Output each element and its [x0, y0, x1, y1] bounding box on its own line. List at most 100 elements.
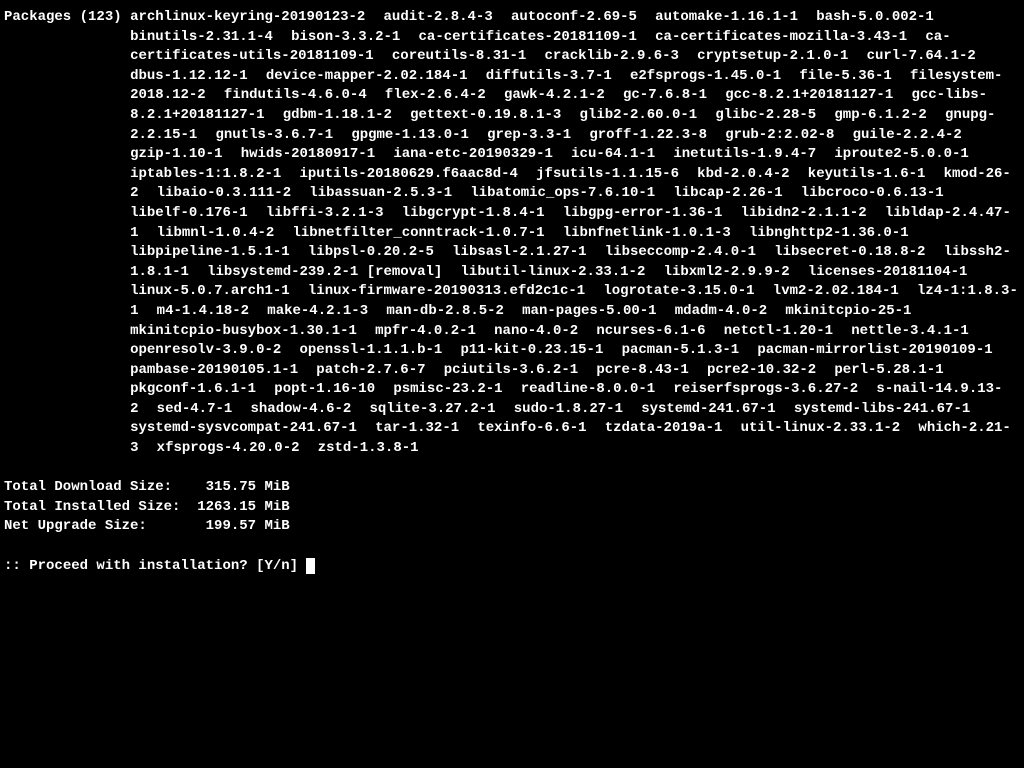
confirmation-prompt[interactable]: :: Proceed with installation? [Y/n] [4, 557, 1020, 577]
package-item: libnetfilter_conntrack-1.0.7-1 [293, 225, 545, 241]
package-item: libseccomp-2.4.0-1 [605, 244, 756, 260]
package-item: kbd-2.0.4-2 [697, 166, 789, 182]
package-item: pacman-5.1.3-1 [622, 342, 740, 358]
package-item: diffutils-3.7-1 [486, 68, 612, 84]
package-item: libsecret-0.18.8-2 [774, 244, 925, 260]
package-item: e2fsprogs-1.45.0-1 [630, 68, 781, 84]
package-item: gnutls-3.6.7-1 [215, 127, 333, 143]
package-item: file-5.36-1 [799, 68, 891, 84]
package-item: licenses-20181104-1 [808, 264, 968, 280]
package-item: logrotate-3.15.0-1 [603, 283, 754, 299]
packages-header: Packages (123) [4, 8, 130, 28]
package-item: flex-2.6.4-2 [385, 87, 486, 103]
package-item: libidn2-2.1.1-2 [741, 205, 867, 221]
package-item: automake-1.16.1-1 [655, 9, 798, 25]
package-item: audit-2.8.4-3 [384, 9, 493, 25]
package-item: libmnl-1.0.4-2 [157, 225, 275, 241]
package-item: libnghttp2-1.36.0-1 [749, 225, 909, 241]
package-item: libatomic_ops-7.6.10-1 [470, 185, 655, 201]
package-item: grub-2:2.02-8 [725, 127, 834, 143]
package-item: libffi-3.2.1-3 [266, 205, 384, 221]
package-item: pacman-mirrorlist-20190109-1 [757, 342, 992, 358]
package-item: gpgme-1.13.0-1 [351, 127, 469, 143]
package-item: ncurses-6.1-6 [596, 323, 705, 339]
package-item: jfsutils-1.1.15-6 [536, 166, 679, 182]
package-item: device-mapper-2.02.184-1 [266, 68, 468, 84]
package-item: dbus-1.12.12-1 [130, 68, 248, 84]
package-item: gcc-8.2.1+20181127-1 [725, 87, 893, 103]
package-item: pciutils-3.6.2-1 [444, 362, 578, 378]
package-item: libassuan-2.5.3-1 [309, 185, 452, 201]
package-item: mkinitcpio-busybox-1.30.1-1 [130, 323, 357, 339]
cursor-icon [306, 558, 314, 573]
package-item: psmisc-23.2-1 [393, 381, 502, 397]
package-item: bash-5.0.002-1 [816, 9, 934, 25]
package-item: libxml2-2.9.9-2 [664, 264, 790, 280]
package-item: patch-2.7.6-7 [316, 362, 425, 378]
package-item: libcap-2.26-1 [673, 185, 782, 201]
package-item: libpipeline-1.5.1-1 [130, 244, 290, 260]
package-item: libutil-linux-2.33.1-2 [461, 264, 646, 280]
package-item: inetutils-1.9.4-7 [673, 146, 816, 162]
package-item: perl-5.28.1-1 [834, 362, 943, 378]
package-item: coreutils-8.31-1 [392, 48, 526, 64]
package-item: curl-7.64.1-2 [867, 48, 976, 64]
package-item: make-4.2.1-3 [267, 303, 368, 319]
package-item: guile-2.2.4-2 [853, 127, 962, 143]
package-item: tar-1.32-1 [375, 420, 459, 436]
installed-size-row: Total Installed Size: 1263.15 MiB [4, 498, 1020, 518]
package-item: ca-certificates-mozilla-3.43-1 [655, 29, 907, 45]
package-item: findutils-4.6.0-4 [224, 87, 367, 103]
package-item: gzip-1.10-1 [130, 146, 222, 162]
package-item: iptables-1:1.8.2-1 [130, 166, 281, 182]
package-item: sudo-1.8.27-1 [514, 401, 623, 417]
package-item: groff-1.22.3-8 [589, 127, 707, 143]
package-item: ca-certificates-20181109-1 [419, 29, 637, 45]
package-item: pcre-8.43-1 [596, 362, 688, 378]
package-item: cryptsetup-2.1.0-1 [697, 48, 848, 64]
package-item: hwids-20180917-1 [241, 146, 375, 162]
package-item: autoconf-2.69-5 [511, 9, 637, 25]
package-item: libsasl-2.1.27-1 [452, 244, 586, 260]
package-item: lvm2-2.02.184-1 [773, 283, 899, 299]
package-item: systemd-241.67-1 [641, 401, 775, 417]
package-item: systemd-sysvcompat-241.67-1 [130, 420, 357, 436]
package-item: nettle-3.4.1-1 [851, 323, 969, 339]
package-item: libpsl-0.20.2-5 [308, 244, 434, 260]
package-item: iana-etc-20190329-1 [393, 146, 553, 162]
package-item: keyutils-1.6-1 [808, 166, 926, 182]
package-item: man-db-2.8.5-2 [386, 303, 504, 319]
package-item: gettext-0.19.8.1-3 [410, 107, 561, 123]
package-item: openresolv-3.9.0-2 [130, 342, 281, 358]
package-item: gc-7.6.8-1 [623, 87, 707, 103]
package-item: man-pages-5.00-1 [522, 303, 656, 319]
package-item: linux-5.0.7.arch1-1 [130, 283, 290, 299]
package-item: readline-8.0.0-1 [521, 381, 655, 397]
package-item: linux-firmware-20190313.efd2c1c-1 [308, 283, 585, 299]
package-item: archlinux-keyring-20190123-2 [130, 9, 365, 25]
package-item: gawk-4.2.1-2 [504, 87, 605, 103]
package-item: nano-4.0-2 [494, 323, 578, 339]
package-item: mkinitcpio-25-1 [785, 303, 911, 319]
package-item: glib2-2.60.0-1 [580, 107, 698, 123]
package-item: m4-1.4.18-2 [157, 303, 249, 319]
download-size-row: Total Download Size: 315.75 MiB [4, 478, 1020, 498]
package-item: icu-64.1-1 [571, 146, 655, 162]
package-item: shadow-4.6-2 [251, 401, 352, 417]
package-item: glibc-2.28-5 [715, 107, 816, 123]
package-item: sed-4.7-1 [157, 401, 233, 417]
package-item: libelf-0.176-1 [130, 205, 248, 221]
packages-block: Packages (123) archlinux-keyring-2019012… [4, 8, 1020, 459]
package-item: cracklib-2.9.6-3 [545, 48, 679, 64]
package-item: xfsprogs-4.20.0-2 [157, 440, 300, 456]
package-item: iproute2-5.0.0-1 [834, 146, 968, 162]
package-item: reiserfsprogs-3.6.27-2 [673, 381, 858, 397]
package-item: texinfo-6.6-1 [477, 420, 586, 436]
package-item: grep-3.3-1 [487, 127, 571, 143]
package-item: p11-kit-0.23.15-1 [461, 342, 604, 358]
package-item: openssl-1.1.1.b-1 [300, 342, 443, 358]
package-item: libaio-0.3.111-2 [157, 185, 291, 201]
package-item: libnfnetlink-1.0.1-3 [563, 225, 731, 241]
package-item: popt-1.16-10 [274, 381, 375, 397]
package-item: bison-3.3.2-1 [291, 29, 400, 45]
